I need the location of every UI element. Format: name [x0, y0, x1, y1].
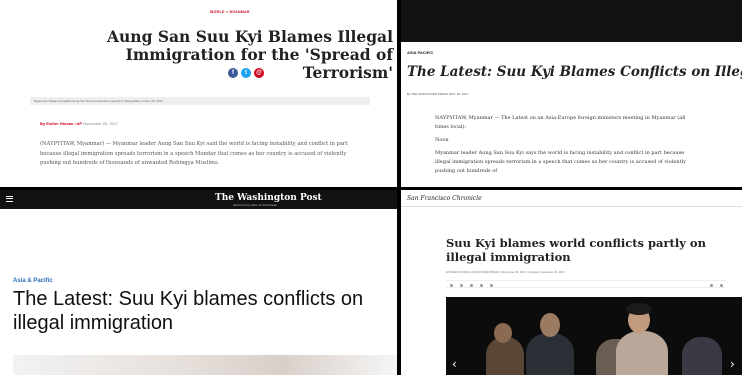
twitter-share-icon[interactable] — [470, 283, 473, 287]
wapo-article-panel: The Washington Post Democracy Dies in Da… — [0, 190, 397, 375]
lead-image — [13, 355, 397, 375]
byline: ESTHER HTUSAN, ASSOCIATED PRESS | Novemb… — [446, 270, 565, 274]
pinterest-share-icon[interactable] — [480, 283, 483, 287]
prev-photo-arrow-icon[interactable]: ‹ — [452, 357, 457, 371]
email-share-icon[interactable]: @ — [254, 68, 264, 78]
photo-figure — [526, 333, 574, 375]
byline-author[interactable]: By Esther Htusan / AP — [40, 121, 82, 126]
header-bar — [401, 0, 742, 42]
paragraph: NAYPYITAW, Myanmar — The Latest on an As… — [435, 115, 686, 130]
section-label[interactable]: ASIA PACIFIC — [407, 50, 433, 55]
photo-figure — [616, 331, 668, 375]
article-headline: The Latest: Suu Kyi Blames Conflicts on … — [407, 64, 742, 80]
photo-figure — [540, 313, 560, 337]
article-headline: Suu Kyi blames world conflicts partly on… — [446, 236, 706, 264]
share-bar — [446, 280, 726, 288]
section-label[interactable]: Asia & Pacific — [13, 278, 53, 284]
next-photo-arrow-icon[interactable]: › — [730, 357, 735, 371]
comment-icon[interactable] — [490, 283, 493, 287]
byline: By THE ASSOCIATED PRESS NOV. 20, 2017 — [407, 92, 469, 96]
article-body: NAYPYITAW, Myanmar — The Latest on an As… — [435, 114, 695, 180]
print-icon[interactable] — [710, 283, 713, 287]
byline-date: November 20, 2017 — [83, 121, 119, 126]
masthead-logo[interactable]: San Francisco Chronicle — [407, 195, 482, 202]
paragraph: Myanmar leader Aung San Suu Kyi says the… — [435, 150, 686, 174]
site-header: San Francisco Chronicle — [401, 190, 742, 207]
photo-figure — [682, 337, 722, 375]
photo-figure — [494, 323, 512, 343]
paragraph: Noon — [435, 137, 449, 143]
nyt-article-panel: ASIA PACIFIC The Latest: Suu Kyi Blames … — [401, 0, 742, 187]
byline: By Esther Htusan / AP November 20, 2017 — [40, 121, 118, 126]
photo-caption: Myanmar's State Counsellor Aung San Suu … — [34, 99, 164, 103]
photo-figure — [626, 303, 652, 315]
email-share-icon[interactable] — [450, 283, 453, 287]
masthead-logo[interactable]: The Washington Post — [215, 193, 322, 203]
masthead-tagline: Democracy Dies in Darkness — [233, 203, 277, 207]
time-article-panel: WORLD > MYANMAR Aung San Suu Kyi Blames … — [0, 0, 397, 187]
article-headline: The Latest: Suu Kyi blames conflicts on … — [13, 288, 364, 334]
twitter-share-icon[interactable]: t — [241, 68, 251, 78]
top-nav-bar: The Washington Post Democracy Dies in Da… — [0, 190, 397, 209]
lead-photo[interactable]: ‹ › — [446, 297, 742, 375]
share-buttons: f t @ — [228, 68, 264, 78]
facebook-share-icon[interactable]: f — [228, 68, 238, 78]
sfchronicle-article-panel: San Francisco Chronicle Suu Kyi blames w… — [401, 190, 742, 375]
section-kicker[interactable]: WORLD > MYANMAR — [210, 10, 250, 14]
article-body: (NAYPYITAW, Myanmar) — Myanmar leader Au… — [40, 141, 348, 166]
font-size-icon[interactable] — [720, 283, 723, 287]
facebook-share-icon[interactable] — [460, 283, 463, 287]
hamburger-menu-icon[interactable] — [6, 196, 13, 202]
